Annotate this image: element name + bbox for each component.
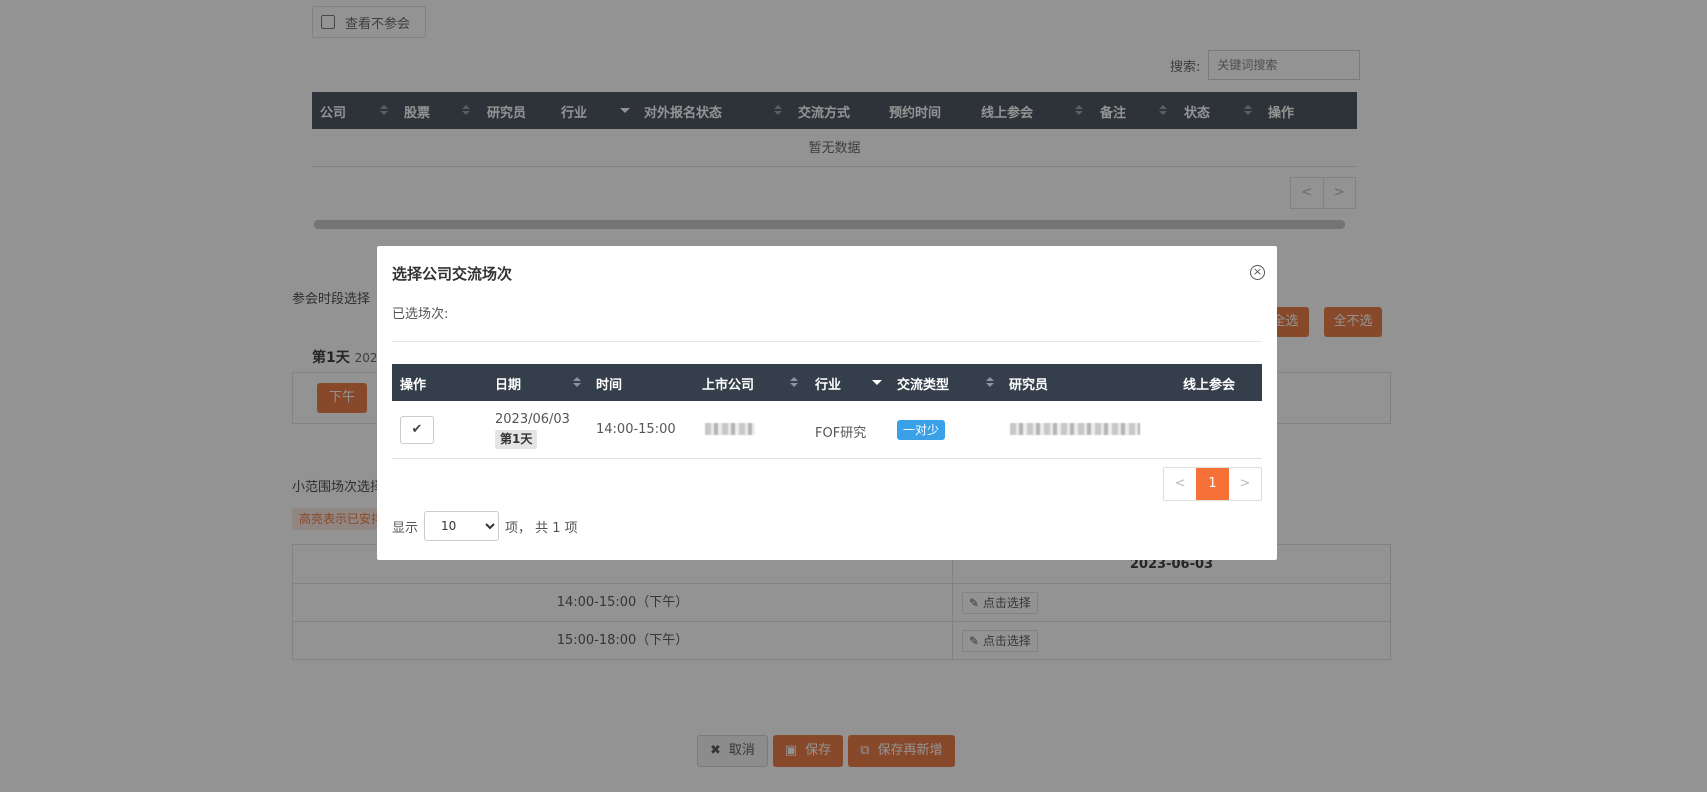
th-time[interactable]: 时间 [596, 374, 622, 393]
select-session-modal: 选择公司交流场次 × 已选场次: 操作 日期 时间 上市公司 行业 交流类型 研… [377, 246, 1277, 560]
th-researcher[interactable]: 研究员 [1009, 374, 1048, 393]
date-cell: 2023/06/03 第1天 [495, 412, 570, 449]
row-date: 2023/06/03 [495, 412, 570, 427]
th-online[interactable]: 线上参会 [1183, 374, 1235, 393]
row-company [705, 423, 755, 439]
modal-pagination: < 1 > [1163, 467, 1262, 501]
th-industry[interactable]: 行业 [815, 374, 841, 393]
close-icon[interactable]: × [1250, 265, 1265, 280]
length-prefix: 显示 [392, 520, 419, 536]
type-badge: 一对少 [897, 420, 946, 440]
day-badge: 第1天 [495, 430, 538, 449]
sort-desc-icon[interactable] [872, 380, 882, 385]
divider [392, 341, 1262, 342]
th-action: 操作 [400, 378, 427, 393]
selected-sessions-label: 已选场次: [392, 307, 449, 322]
company-redacted [705, 423, 755, 435]
researcher-redacted [1010, 423, 1140, 435]
row-time: 14:00-15:00 [596, 422, 676, 437]
th-type[interactable]: 交流类型 [897, 374, 949, 393]
modal-title: 选择公司交流场次 [392, 265, 513, 283]
page-1-button[interactable]: 1 [1196, 468, 1229, 500]
row-industry: FOF研究 [815, 426, 867, 441]
row-type: 一对少 [897, 420, 946, 440]
sort-icon[interactable] [986, 377, 994, 389]
next-page-button[interactable]: > [1229, 468, 1261, 500]
check-icon[interactable]: ✔ [400, 416, 434, 444]
page-length-control: 显示 10 项， 共 1 项 [392, 511, 578, 541]
th-date[interactable]: 日期 [495, 374, 521, 393]
table-row: ✔ 2023/06/03 第1天 14:00-15:00 FOF研究 一对少 [392, 401, 1262, 459]
page-length-select[interactable]: 10 [424, 511, 500, 541]
th-company[interactable]: 上市公司 [702, 374, 754, 393]
row-researcher [1010, 423, 1140, 439]
length-suffix: 项， 共 1 项 [505, 520, 578, 536]
sort-icon[interactable] [573, 377, 581, 389]
prev-page-button[interactable]: < [1164, 468, 1196, 500]
sessions-table: 操作 日期 时间 上市公司 行业 交流类型 研究员 线上参会 ✔ 2023/06… [392, 364, 1262, 459]
sessions-table-header: 操作 日期 时间 上市公司 行业 交流类型 研究员 线上参会 [392, 364, 1262, 401]
sort-icon[interactable] [790, 377, 798, 389]
